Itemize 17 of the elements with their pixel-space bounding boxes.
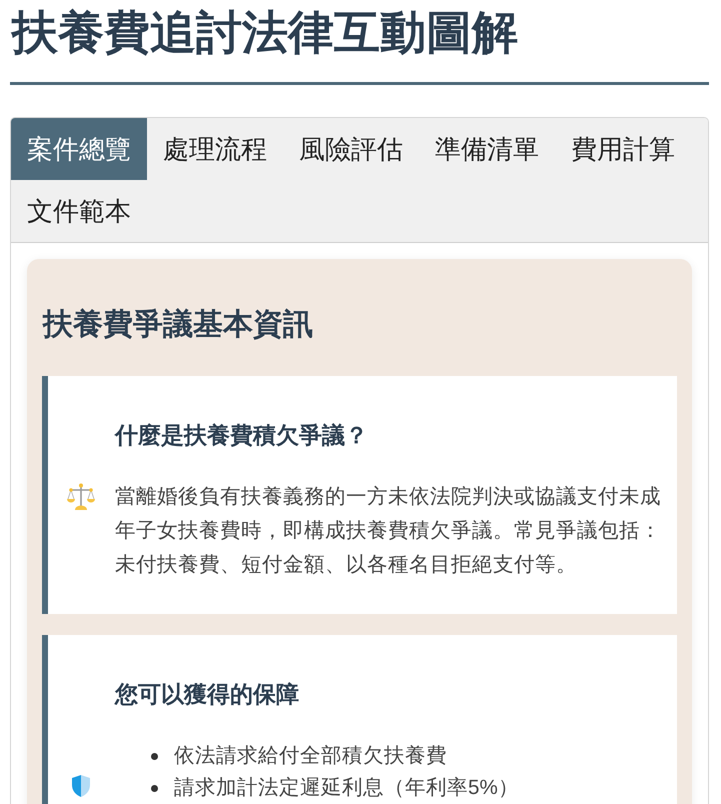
- bullet-icon: [151, 752, 158, 760]
- tab[interactable]: 文件範本: [11, 180, 147, 242]
- tab[interactable]: 處理流程: [147, 118, 283, 180]
- list-item-text: 依法請求給付全部積欠扶養費: [174, 743, 447, 769]
- tab[interactable]: 費用計算: [555, 118, 691, 180]
- section-title: 您可以獲得的保障: [115, 680, 300, 709]
- tab[interactable]: 風險評估: [283, 118, 419, 180]
- page-title: 扶養費追討法律互動圖解: [10, 0, 709, 85]
- bullet-icon: [151, 784, 158, 792]
- card-title: 扶養費爭議基本資訊: [43, 307, 314, 343]
- tab[interactable]: 案件總覽: [11, 118, 147, 180]
- shield-icon: [71, 774, 91, 798]
- list-item-text: 請求加計法定遲延利息（年利率5%）: [174, 775, 519, 801]
- tab[interactable]: 準備清單: [419, 118, 555, 180]
- scales-icon: [67, 483, 95, 510]
- section-title: 什麼是扶養費積欠爭議？: [115, 421, 369, 450]
- section-text: 當離婚後負有扶養義務的一方未依法院判決或協議支付未成年子女扶養費時，即構成扶養費積欠爭議。常見爭議包括：未付扶養費、短付金額、以各種名目拒絕支付等。: [115, 484, 662, 578]
